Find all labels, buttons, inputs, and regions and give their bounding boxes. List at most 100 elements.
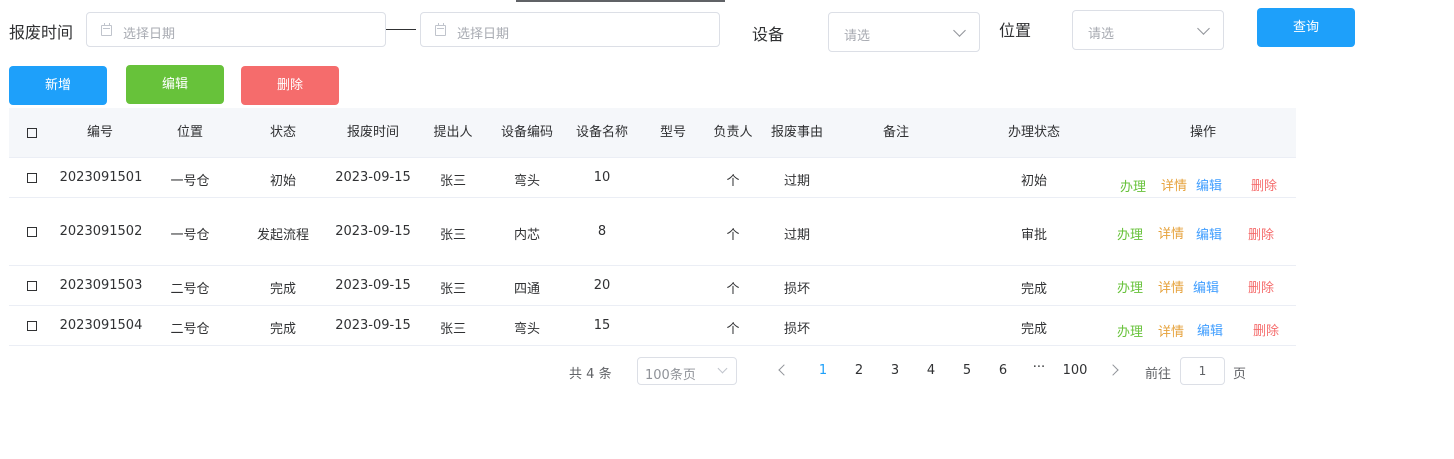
detail-link[interactable]: 详情 [1161, 175, 1187, 194]
cell-id: 2023091504 [59, 318, 143, 333]
row-checkbox[interactable] [27, 321, 37, 331]
goto-page-input[interactable]: 1 [1180, 357, 1225, 385]
cell-location: 二号仓 [170, 282, 210, 297]
date-start-input[interactable]: 选择日期 [86, 12, 386, 47]
calendar-icon [101, 23, 112, 36]
cell-proposer: 张三 [439, 174, 466, 189]
cell-status: 发起流程 [256, 228, 309, 243]
header-remark: 备注 [882, 125, 909, 140]
header-scrap-time: 报废时间 [346, 125, 399, 140]
row-divider [9, 305, 1296, 306]
cell-location: 一号仓 [170, 174, 210, 189]
page-4[interactable]: 4 [921, 363, 941, 378]
range-separator [386, 29, 416, 30]
pagination-total: 共 4 条 [569, 363, 612, 382]
delete-link[interactable]: 删除 [1251, 175, 1277, 194]
handle-link[interactable]: 办理 [1117, 321, 1143, 340]
header-actions: 操作 [1189, 125, 1216, 140]
edit-link[interactable]: 编辑 [1196, 175, 1222, 194]
date-start-placeholder: 选择日期 [123, 27, 176, 42]
edit-button[interactable]: 编辑 [126, 65, 224, 104]
page-ellipsis[interactable]: ··· [1029, 360, 1049, 375]
cell-time: 2023-09-15 [335, 224, 411, 239]
total-prefix: 共 [569, 367, 583, 382]
date-end-input[interactable]: 选择日期 [420, 12, 720, 47]
scrap-time-label: 报废时间 [9, 23, 74, 42]
cell-location: 二号仓 [170, 322, 210, 337]
row-checkbox[interactable] [27, 227, 37, 237]
delete-button[interactable]: 删除 [241, 66, 339, 105]
page-3[interactable]: 3 [885, 363, 905, 378]
cell-owner: 个 [726, 322, 740, 337]
total-count: 4 [586, 367, 595, 382]
goto-label: 前往 [1145, 367, 1172, 382]
detail-link[interactable]: 详情 [1158, 277, 1184, 296]
header-model: 型号 [659, 125, 686, 140]
header-handle-status: 办理状态 [1007, 125, 1060, 140]
device-label: 设备 [752, 25, 785, 44]
goto-suffix: 页 [1233, 367, 1247, 382]
cell-time: 2023-09-15 [335, 278, 411, 293]
header-owner: 负责人 [713, 125, 753, 140]
prev-page-icon[interactable] [778, 364, 790, 376]
detail-link[interactable]: 详情 [1158, 223, 1184, 242]
handle-link[interactable]: 办理 [1117, 277, 1143, 296]
cell-name: 15 [593, 318, 611, 333]
row-divider [9, 265, 1296, 266]
edit-link[interactable]: 编辑 [1193, 277, 1219, 296]
cell-name: 10 [593, 170, 611, 185]
cell-handle-status: 完成 [1020, 322, 1047, 337]
page-last[interactable]: 100 [1060, 363, 1090, 378]
select-all-checkbox[interactable] [27, 128, 37, 138]
edit-link[interactable]: 编辑 [1197, 320, 1223, 339]
cell-owner: 个 [726, 174, 740, 189]
header-device-code: 设备编码 [500, 125, 553, 140]
goto-page-value: 1 [1198, 364, 1207, 378]
page-1[interactable]: 1 [813, 363, 833, 378]
page-6[interactable]: 6 [993, 363, 1013, 378]
cell-id: 2023091501 [59, 170, 143, 185]
cell-reason: 过期 [783, 174, 810, 189]
device-select[interactable]: 请选 [828, 12, 980, 52]
delete-link[interactable]: 删除 [1248, 224, 1274, 243]
handle-link[interactable]: 办理 [1117, 224, 1143, 243]
add-button[interactable]: 新增 [9, 66, 107, 105]
header-location: 位置 [176, 125, 203, 140]
detail-link[interactable]: 详情 [1158, 321, 1184, 340]
cell-status: 完成 [269, 322, 296, 337]
location-select[interactable]: 请选 [1072, 10, 1224, 50]
row-checkbox[interactable] [27, 281, 37, 291]
total-suffix: 条 [598, 367, 612, 382]
device-placeholder: 请选 [844, 29, 871, 44]
cell-reason: 损坏 [783, 282, 810, 297]
chevron-down-icon [953, 24, 966, 37]
row-checkbox[interactable] [27, 173, 37, 183]
query-button[interactable]: 查询 [1257, 8, 1355, 47]
delete-link[interactable]: 删除 [1253, 320, 1279, 339]
cell-id: 2023091503 [59, 278, 143, 293]
page-5[interactable]: 5 [957, 363, 977, 378]
cell-proposer: 张三 [439, 322, 466, 337]
next-page-icon[interactable] [1107, 364, 1119, 376]
cell-reason: 损坏 [783, 322, 810, 337]
delete-link[interactable]: 删除 [1248, 277, 1274, 296]
header-device-name: 设备名称 [575, 125, 628, 140]
cell-name: 20 [593, 278, 611, 293]
cell-location: 一号仓 [170, 228, 210, 243]
edit-link[interactable]: 编辑 [1196, 224, 1222, 243]
header-status: 状态 [269, 125, 296, 140]
cell-id: 2023091502 [59, 224, 143, 239]
header-proposer: 提出人 [433, 125, 473, 140]
cell-owner: 个 [726, 228, 740, 243]
row-divider [9, 197, 1296, 198]
page-size-select[interactable]: 100条页 [637, 357, 737, 385]
page-2[interactable]: 2 [849, 363, 869, 378]
handle-link[interactable]: 办理 [1120, 176, 1146, 195]
cell-time: 2023-09-15 [335, 170, 411, 185]
header-id: 编号 [86, 125, 113, 140]
cell-reason: 过期 [783, 228, 810, 243]
cell-owner: 个 [726, 282, 740, 297]
cell-proposer: 张三 [439, 282, 466, 297]
cell-handle-status: 审批 [1020, 228, 1047, 243]
chevron-down-icon [1197, 22, 1210, 35]
